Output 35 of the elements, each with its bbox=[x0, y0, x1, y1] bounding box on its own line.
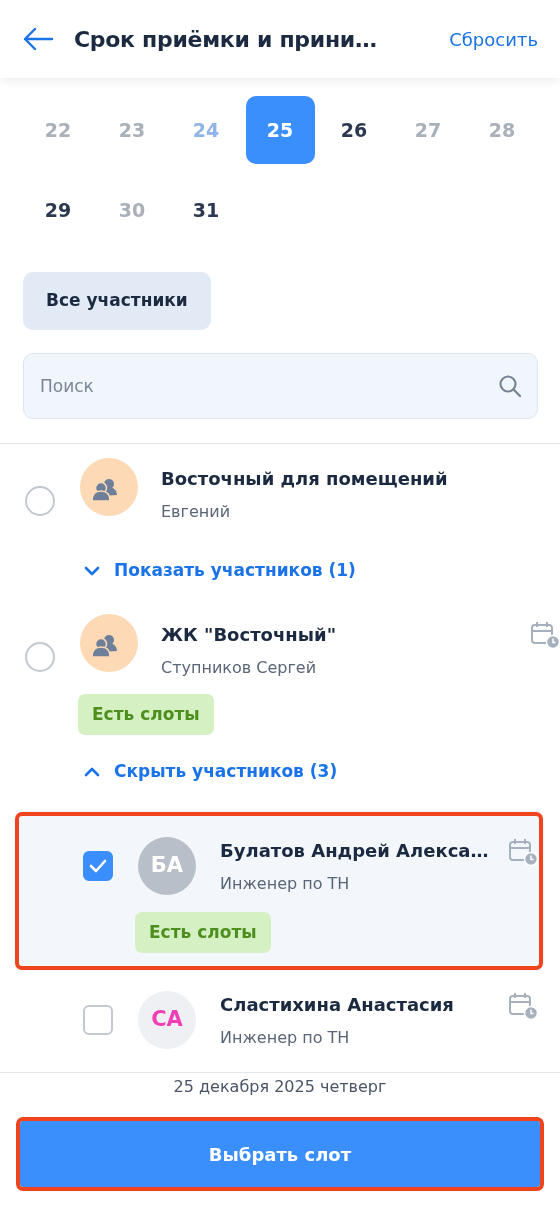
calendar-clock-icon[interactable] bbox=[530, 619, 560, 650]
search-icon[interactable] bbox=[498, 374, 522, 398]
calendar-clock-icon[interactable] bbox=[508, 991, 538, 1021]
reset-link[interactable]: Сбросить bbox=[449, 25, 538, 53]
initials-avatar: БА bbox=[138, 836, 196, 895]
member-role: Инженер по ТН bbox=[220, 872, 351, 895]
status-tag: Есть слоты bbox=[135, 911, 271, 953]
page-title: Срок приёмки и прини… bbox=[74, 25, 378, 54]
calendar-day[interactable]: 31 bbox=[171, 176, 241, 244]
toggle-participants-link[interactable]: Скрыть участников (3) bbox=[84, 759, 560, 785]
checkbox[interactable] bbox=[83, 1005, 113, 1035]
member-role: Инженер по ТН bbox=[220, 1027, 351, 1049]
group-title: ЖК "Восточный" bbox=[161, 622, 337, 647]
member-row[interactable]: БА Булатов Андрей Алекса… Инженер по ТН Есть слоты bbox=[14, 810, 544, 971]
calendar-day[interactable]: 29 bbox=[23, 176, 93, 244]
search-field[interactable]: Поиск bbox=[23, 353, 538, 419]
all-participants-button[interactable]: Все участники bbox=[23, 272, 211, 330]
selected-date: 25 декабря 2025 четверг bbox=[172, 1076, 388, 1098]
member-name: Сластихина Анастасия bbox=[220, 993, 455, 1017]
calendar-day[interactable]: 25 bbox=[245, 96, 315, 164]
chevron-down-icon[interactable] bbox=[84, 564, 100, 577]
chevron-up-icon[interactable] bbox=[84, 765, 100, 778]
checkbox[interactable] bbox=[83, 850, 113, 881]
radio-button[interactable] bbox=[25, 641, 55, 672]
calendar-clock-icon[interactable] bbox=[508, 836, 538, 867]
status-tag: Есть слоты bbox=[78, 693, 214, 735]
group-subtitle: Ступников Сергей bbox=[161, 656, 318, 679]
back-arrow-icon[interactable] bbox=[22, 27, 54, 51]
initials-avatar: СА bbox=[138, 991, 196, 1049]
group-title: Восточный для помещений bbox=[161, 467, 449, 491]
group-subtitle: Евгений bbox=[161, 501, 232, 523]
toggle-participants-link[interactable]: Показать участников (1) bbox=[84, 558, 560, 584]
radio-button[interactable] bbox=[25, 486, 55, 516]
member-name: Булатов Андрей Алекса… bbox=[220, 838, 490, 863]
calendar-day[interactable]: 26 bbox=[319, 96, 389, 164]
